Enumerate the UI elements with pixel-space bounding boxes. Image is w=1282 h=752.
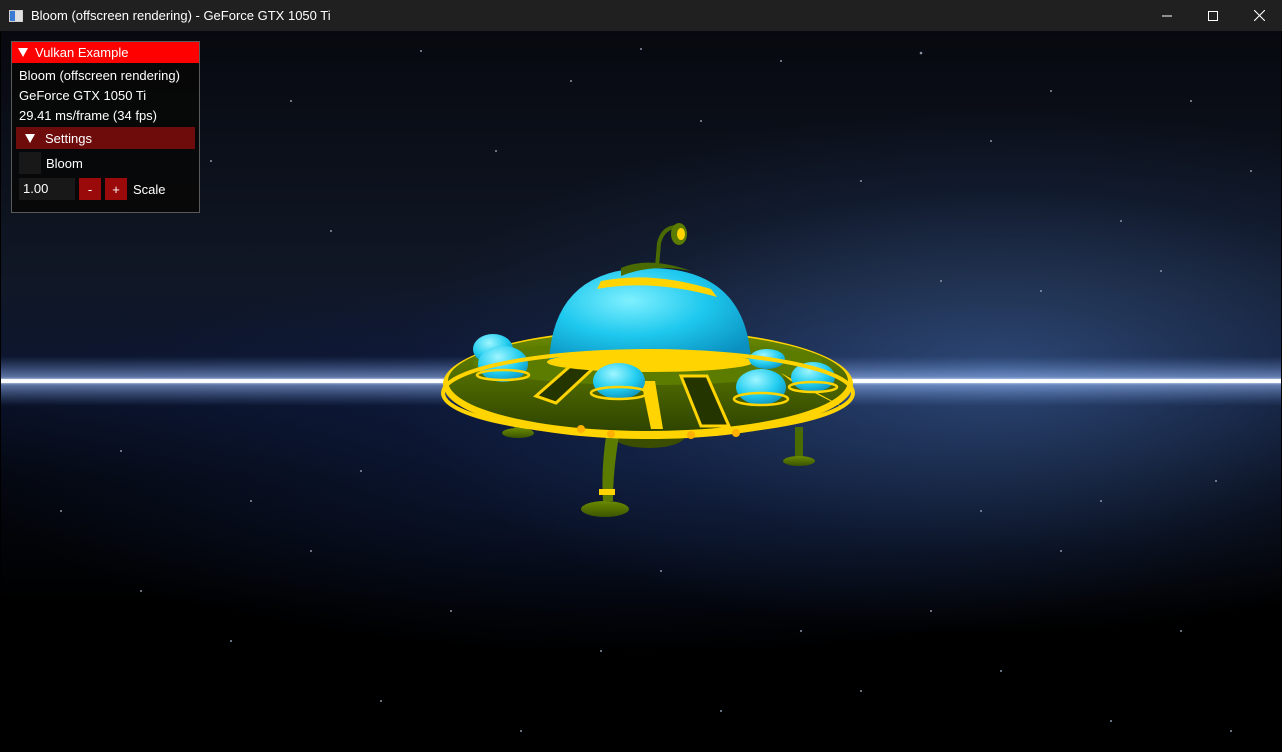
scale-row: 1.00 - + Scale xyxy=(12,177,199,201)
ufo-model xyxy=(441,223,855,517)
settings-triangle-icon[interactable] xyxy=(25,133,35,143)
settings-header-label: Settings xyxy=(45,130,92,146)
bloom-checkbox[interactable] xyxy=(19,152,41,174)
example-name: Bloom (offscreen rendering) xyxy=(19,68,180,83)
overlay-title: Vulkan Example xyxy=(35,45,129,60)
app-window: Bloom (offscreen rendering) - GeForce GT… xyxy=(0,0,1282,752)
imgui-overlay-window[interactable]: Vulkan Example Bloom (offscreen renderin… xyxy=(11,41,200,213)
scale-label: Scale xyxy=(133,181,166,197)
scale-input[interactable]: 1.00 xyxy=(19,178,75,200)
collapse-triangle-icon[interactable] xyxy=(18,48,28,57)
bloom-label: Bloom xyxy=(46,155,83,171)
minimize-icon xyxy=(1162,15,1172,16)
frame-stats: 29.41 ms/frame (34 fps) xyxy=(19,108,157,123)
maximize-button[interactable] xyxy=(1190,0,1236,31)
minimize-button[interactable] xyxy=(1144,0,1190,31)
window-controls xyxy=(1144,0,1282,31)
maximize-icon xyxy=(1208,10,1218,21)
window-title: Bloom (offscreen rendering) - GeForce GT… xyxy=(31,8,331,23)
device-name: GeForce GTX 1050 Ti xyxy=(19,88,147,103)
scale-increment-button[interactable]: + xyxy=(105,178,127,200)
settings-collapsing-header[interactable]: Settings xyxy=(16,127,195,149)
scale-decrement-button[interactable]: - xyxy=(79,178,101,200)
overlay-header[interactable]: Vulkan Example xyxy=(12,42,199,63)
bloom-row: Bloom xyxy=(12,151,199,175)
app-window-icon xyxy=(9,9,23,22)
close-icon xyxy=(1253,10,1265,21)
title-bar[interactable]: Bloom (offscreen rendering) - GeForce GT… xyxy=(0,0,1282,31)
close-button[interactable] xyxy=(1236,0,1282,31)
